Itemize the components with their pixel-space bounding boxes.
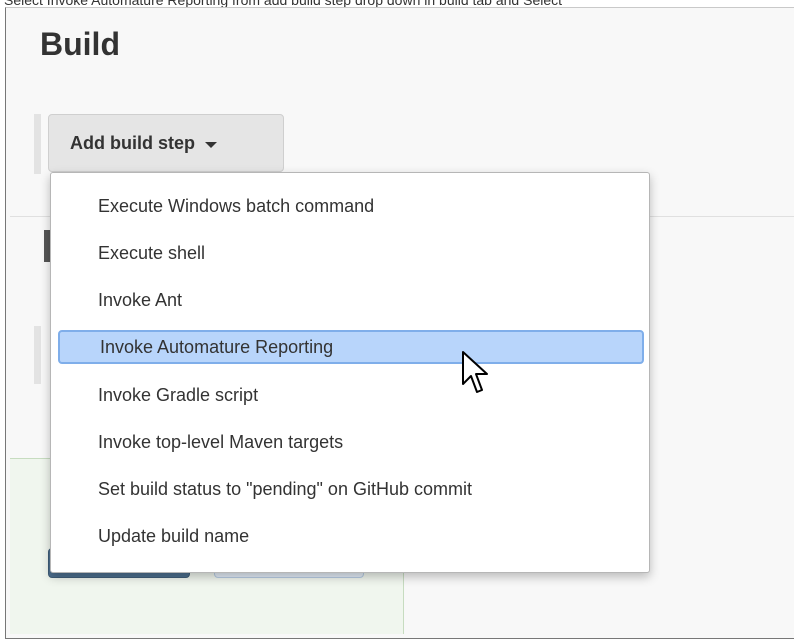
menu-item-update-build-name[interactable]: Update build name (51, 519, 649, 553)
add-build-step-label: Add build step (70, 132, 195, 153)
menu-item-invoke-maven-targets[interactable]: Invoke top-level Maven targets (51, 425, 649, 459)
build-step-bar (34, 114, 41, 174)
menu-item-invoke-ant[interactable]: Invoke Ant (51, 283, 649, 317)
menu-item-invoke-automature-reporting[interactable]: Invoke Automature Reporting (58, 330, 644, 364)
menu-item-set-build-status-pending[interactable]: Set build status to "pending" on GitHub … (51, 472, 649, 506)
menu-item-invoke-gradle-script[interactable]: Invoke Gradle script (51, 378, 649, 412)
post-build-step-bar (34, 326, 41, 384)
menu-item-execute-shell[interactable]: Execute shell (51, 236, 649, 270)
build-step-dropdown-menu: Execute Windows batch command Execute sh… (50, 172, 650, 573)
mouse-pointer-icon (462, 351, 488, 393)
add-build-step-button[interactable]: Add build step (48, 114, 284, 172)
caret-down-icon (205, 142, 217, 148)
menu-item-execute-windows-batch[interactable]: Execute Windows batch command (51, 189, 649, 223)
section-title-build: Build (40, 26, 120, 62)
